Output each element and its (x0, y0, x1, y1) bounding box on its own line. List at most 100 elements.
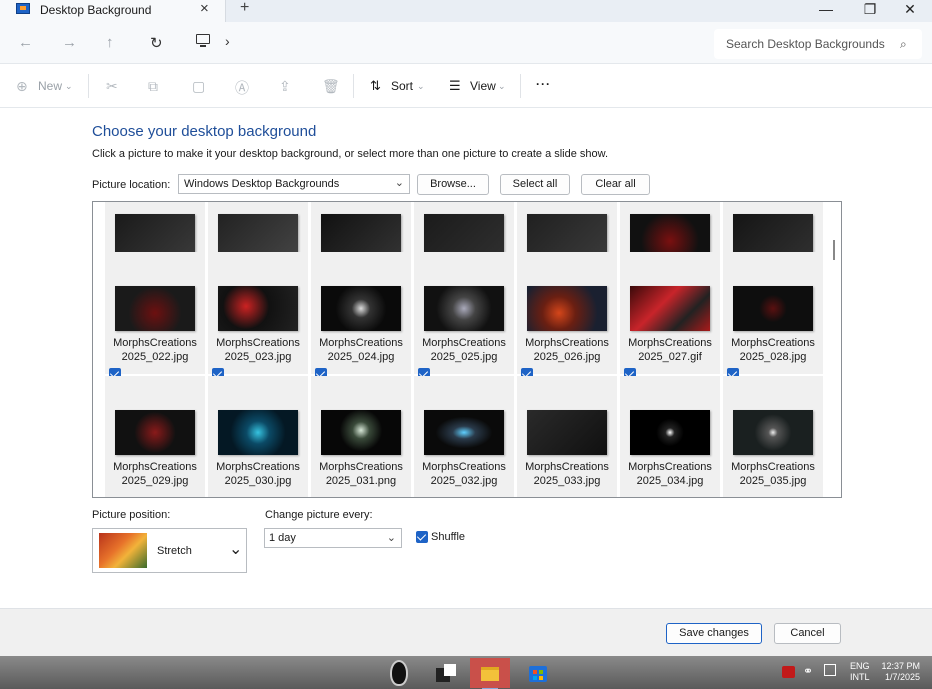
maximize-button[interactable]: ❐ (850, 0, 890, 22)
picture-name: MorphsCreations (216, 337, 300, 349)
clock[interactable]: 12:37 PM 1/7/2025 (880, 661, 920, 683)
chevron-down-icon: ⌄ (394, 177, 404, 189)
forward-icon[interactable]: → (62, 34, 77, 51)
delete-icon[interactable]: 🗑︎ (322, 78, 340, 95)
search-icon[interactable]: ⌕ (900, 37, 907, 52)
search-input[interactable]: Search Desktop Backgrounds ⌕ (714, 29, 922, 59)
picture-tile[interactable]: MorphsCreations 2025_035.jpg (723, 376, 823, 497)
cut-icon[interactable]: ✂ (106, 78, 118, 95)
separator (520, 74, 521, 98)
picture-filename: 2025_025.jpg (430, 351, 498, 363)
picture-tile[interactable]: MorphsCreations 2025_029.jpg (105, 376, 205, 497)
dialog-footer: Save changes Cancel (0, 608, 932, 656)
command-bar: ⊕ New ⌄ ✂ ⧉ ▢ Ⓐ ⇪ 🗑︎ ⇅ Sort ⌄ ☰ View ⌄ ·… (0, 64, 932, 108)
change-picture-select[interactable]: 1 day ⌄ (264, 528, 402, 548)
monitor-icon[interactable] (196, 34, 210, 47)
wallpaper-thumbnail (321, 286, 401, 331)
tab-title: Desktop Background (40, 3, 152, 17)
picture-tile[interactable]: MorphsCreations 2025_022.jpg (105, 252, 205, 380)
wallpaper-thumbnail (630, 286, 710, 331)
scrollbar-thumb[interactable] (833, 240, 835, 260)
browse-button[interactable]: Browse... (417, 174, 489, 195)
paste-icon[interactable]: ▢ (192, 78, 205, 95)
picture-tile[interactable]: MorphsCreations 2025_034.jpg (620, 376, 720, 497)
refresh-icon[interactable]: ↻ (150, 34, 163, 52)
picture-filename: 2025_022.jpg (121, 351, 189, 363)
view-icon: ☰ (449, 78, 461, 93)
picture-name: MorphsCreations (319, 337, 403, 349)
rename-icon[interactable]: Ⓐ (235, 78, 249, 98)
picture-tile[interactable]: MorphsCreations 2025_024.jpg (311, 252, 411, 380)
title-bar: Desktop Background × + — ❐ ✕ (0, 0, 932, 22)
picture-name: MorphsCreations (731, 337, 815, 349)
close-button[interactable]: ✕ (890, 0, 930, 22)
change-picture-value: 1 day (269, 532, 296, 544)
select-all-button[interactable]: Select all (500, 174, 570, 195)
network-icon[interactable]: ⚭ (803, 664, 813, 678)
picture-tile[interactable]: MorphsCreations 2025_025.jpg (414, 252, 514, 380)
alien-app-icon[interactable] (384, 658, 414, 688)
address-bar: ← → ↑ ↻ › Search Desktop Backgrounds ⌕ (0, 22, 932, 64)
picture-tile[interactable]: MorphsCreations 2025_032.jpg (414, 376, 514, 497)
picture-position-select[interactable]: Stretch ⌄ (92, 528, 247, 573)
picture-tile[interactable]: MorphsCreations 2025_028.jpg (723, 252, 823, 380)
change-picture-label: Change picture every: (265, 509, 373, 521)
sort-button[interactable]: Sort (391, 79, 413, 93)
picture-filename: 2025_029.jpg (121, 475, 189, 487)
wallpaper-thumbnail (527, 410, 607, 455)
window-tab[interactable]: Desktop Background × (0, 0, 226, 22)
picture-gallery[interactable]: MorphsCreations2025_015.jpgMorphsCreatio… (92, 201, 842, 498)
copy-icon[interactable]: ⧉ (148, 78, 158, 95)
file-explorer-icon[interactable] (470, 658, 510, 689)
cancel-button[interactable]: Cancel (774, 623, 841, 644)
shuffle-checkbox[interactable] (416, 531, 428, 543)
picture-location-label: Picture location: (92, 179, 171, 191)
search-placeholder: Search Desktop Backgrounds (726, 37, 885, 51)
picture-name: MorphsCreations (628, 461, 712, 473)
tab-close-icon[interactable]: × (200, 0, 209, 17)
display-tray-icon[interactable] (824, 664, 836, 676)
wallpaper-thumbnail (733, 410, 813, 455)
new-button[interactable]: New (38, 79, 62, 93)
picture-filename: 2025_026.jpg (533, 351, 601, 363)
wallpaper-thumbnail (733, 286, 813, 331)
taskview-icon[interactable] (430, 658, 460, 688)
view-button[interactable]: View (470, 79, 496, 93)
picture-filename: 2025_033.jpg (533, 475, 601, 487)
breadcrumb-chevron-icon[interactable]: › (225, 33, 230, 49)
wallpaper-thumbnail (630, 410, 710, 455)
sort-icon: ⇅ (370, 78, 381, 93)
picture-name: MorphsCreations (422, 337, 506, 349)
wallpaper-thumbnail (115, 410, 195, 455)
picture-tile[interactable]: MorphsCreations 2025_027.gif (620, 252, 720, 380)
clear-all-button[interactable]: Clear all (581, 174, 650, 195)
share-icon[interactable]: ⇪ (279, 78, 291, 95)
picture-name: MorphsCreations (319, 461, 403, 473)
picture-name: MorphsCreations (525, 337, 609, 349)
picture-location-select[interactable]: Windows Desktop Backgrounds ⌄ (178, 174, 410, 194)
picture-tile[interactable]: MorphsCreations 2025_031.png (311, 376, 411, 497)
store-icon[interactable] (522, 658, 552, 688)
msi-tray-icon[interactable] (782, 666, 795, 678)
picture-tile[interactable]: MorphsCreations 2025_026.jpg (517, 252, 617, 380)
wallpaper-thumbnail (424, 286, 504, 331)
picture-tile[interactable]: MorphsCreations 2025_023.jpg (208, 252, 308, 380)
separator (88, 74, 89, 98)
new-tab-icon[interactable]: + (240, 0, 249, 17)
save-changes-button[interactable]: Save changes (666, 623, 762, 644)
picture-tile[interactable]: MorphsCreations 2025_033.jpg (517, 376, 617, 497)
instructions-text: Click a picture to make it your desktop … (92, 148, 609, 160)
chevron-down-icon: ⌄ (386, 532, 396, 544)
wallpaper-thumbnail (527, 286, 607, 331)
picture-position-value: Stretch (157, 545, 192, 557)
picture-name: MorphsCreations (525, 461, 609, 473)
language-indicator[interactable]: ENG INTL (850, 661, 870, 683)
up-icon[interactable]: ↑ (106, 34, 114, 51)
wallpaper-thumbnail (321, 410, 401, 455)
back-icon[interactable]: ← (18, 34, 33, 51)
more-options-icon[interactable]: ··· (536, 77, 551, 91)
minimize-button[interactable]: — (806, 0, 846, 22)
control-panel-icon (16, 3, 30, 14)
picture-tile[interactable]: MorphsCreations 2025_030.jpg (208, 376, 308, 497)
picture-name: MorphsCreations (422, 461, 506, 473)
